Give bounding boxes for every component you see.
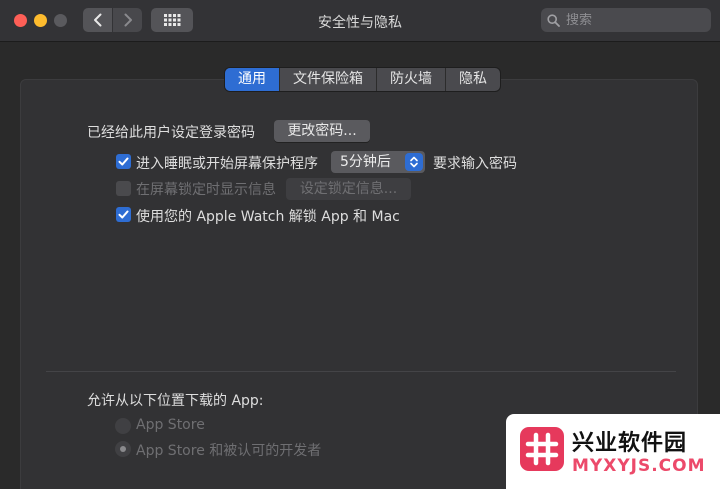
require-password-label: 进入睡眠或开始屏幕保护程序 [136,156,318,172]
require-password-checkbox[interactable] [116,154,131,169]
tab-firewall[interactable]: 防火墙 [377,68,446,91]
search-icon [547,13,560,27]
apple-watch-unlock-checkbox[interactable] [116,207,131,222]
radio-app-store[interactable] [115,418,131,434]
radio-app-store-identified-label: App Store 和被认可的开发者 [136,443,322,459]
checkmark-icon [118,157,129,166]
lock-message-checkbox[interactable] [116,181,131,196]
radio-app-store-label: App Store [136,417,205,433]
chevron-updown-icon [405,153,423,171]
password-delay-value: 5分钟后 [340,154,391,170]
tab-bar: 通用 文件保险箱 防火墙 隐私 [225,68,500,91]
watermark-subtitle: MYXYJS.COM [572,456,706,476]
require-password-suffix: 要求输入密码 [433,156,517,172]
section-divider [46,371,676,372]
search-input[interactable] [566,12,696,28]
radio-app-store-identified[interactable] [115,441,131,457]
tab-general[interactable]: 通用 [225,68,280,91]
checkmark-icon [118,210,129,219]
tab-privacy[interactable]: 隐私 [446,68,500,91]
search-field[interactable] [541,8,711,32]
watermark: 兴业软件园 MYXYJS.COM [506,414,720,489]
set-lock-message-button[interactable]: 设定锁定信息... [286,178,411,200]
password-set-label: 已经给此用户设定登录密码 [87,125,255,141]
tab-filevault[interactable]: 文件保险箱 [280,68,377,91]
watermark-title: 兴业软件园 [572,431,688,456]
change-password-button[interactable]: 更改密码... [274,120,370,142]
title-bar: 安全性与隐私 [0,0,720,42]
watermark-logo-icon [520,427,564,471]
apple-watch-unlock-label: 使用您的 Apple Watch 解锁 App 和 Mac [136,209,400,225]
lock-message-label: 在屏幕锁定时显示信息 [136,182,276,198]
downloads-heading: 允许从以下位置下载的 App: [87,393,264,409]
password-delay-select[interactable]: 5分钟后 [331,151,425,173]
